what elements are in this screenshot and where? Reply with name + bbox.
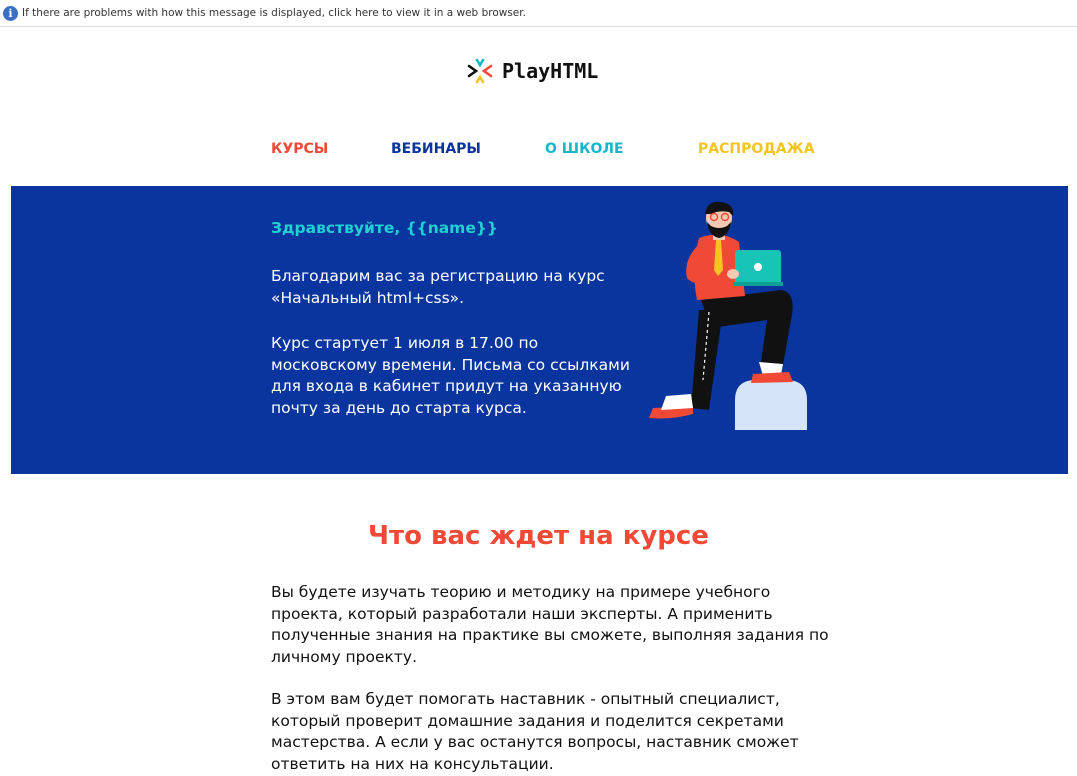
infobar-text[interactable]: If there are problems with how this mess…: [22, 7, 526, 19]
section-paragraph-theory: Вы будете изучать теорию и методику на п…: [271, 583, 829, 666]
hero-banner: Здравствуйте, {{name}} Благодарим вас за…: [11, 186, 1068, 474]
section-title: Что вас ждет на курсе: [368, 521, 709, 551]
hero-paragraph-registration: Благодарим вас за регистрацию на курс «Н…: [271, 267, 605, 307]
man-with-laptop-illustration: [649, 201, 807, 430]
section-paragraph-mentor: В этом вам будет помогать наставник - оп…: [271, 690, 799, 773]
info-icon: i: [3, 5, 18, 21]
message-infobar[interactable]: i If there are problems with how this me…: [0, 0, 1077, 27]
nav-link-sale[interactable]: РАСПРОДАЖА: [698, 141, 815, 157]
nav-link-about[interactable]: О ШКОЛЕ: [545, 141, 624, 157]
brand-logo[interactable]: PlayHTML: [467, 57, 598, 85]
nav-link-courses[interactable]: КУРСЫ: [271, 141, 328, 157]
hero-paragraph-start: Курс стартует 1 июля в 17.00 по московск…: [271, 334, 630, 417]
nav-link-webinars[interactable]: ВЕБИНАРЫ: [391, 141, 481, 157]
brand-name: PlayHTML: [502, 59, 599, 83]
greeting: Здравствуйте, {{name}}: [271, 219, 498, 237]
playhtml-logo-icon: [467, 58, 493, 84]
